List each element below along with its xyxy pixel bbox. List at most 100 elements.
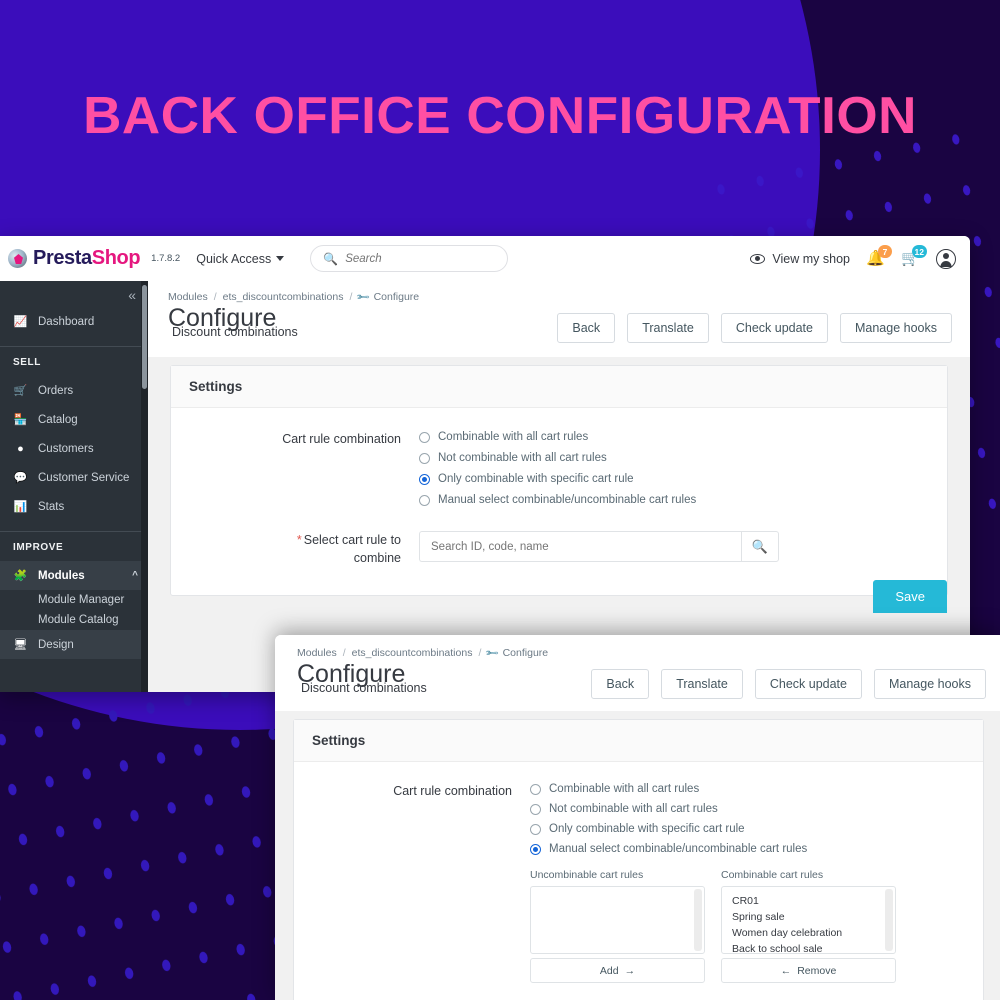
main-content-primary: Modules / ets_discountcombinations / 🔧 C… [148,281,970,692]
combinable-list-title: Combinable cart rules [721,869,824,881]
list-item[interactable]: Spring sale [732,910,885,926]
translate-button[interactable]: Translate [627,313,709,343]
main-sidebar: « 📈 Dashboard SELL 🛒 Orders 🏪 Catalog ● [0,281,148,692]
sidebar-item-design[interactable]: 🖥 Design [0,630,148,659]
radio-option-manual-select[interactable]: Manual select combinable/uncombinable ca… [419,494,696,506]
window-body: « 📈 Dashboard SELL 🛒 Orders 🏪 Catalog ● [0,281,970,692]
sidebar-item-catalog[interactable]: 🏪 Catalog [0,405,148,434]
breadcrumb-separator-1: / [213,291,217,303]
list-item[interactable]: Women day celebration [732,926,885,942]
radio-icon[interactable] [530,783,541,795]
global-search-box[interactable]: 🔍 [310,245,509,272]
quick-access-label: Quick Access [196,251,272,266]
sidebar-item-customer-service[interactable]: 💬 Customer Service [0,463,148,492]
radio-icon[interactable] [419,431,430,443]
sidebar-item-customers-label: Customers [38,442,94,455]
top-navigation-bar: PrestaShop 1.7.8.2 Quick Access 🔍 View m… [0,236,970,281]
radio-option-label: Manual select combinable/uncombinable ca… [549,843,808,855]
settings-card-body: Cart rule combination Combinable with al… [171,408,947,595]
settings-card-title-secondary: Settings [294,720,983,762]
radio-option-only-specific[interactable]: Only combinable with specific cart rule [530,823,896,835]
orders-cart-button[interactable]: 🛒 12 [901,245,927,268]
logo-text-presta: Presta [33,247,92,269]
sidebar-item-module-manager[interactable]: Module Manager [0,590,148,610]
arrow-left-icon: ← [780,964,792,977]
list-item[interactable]: CR01 [732,894,885,910]
breadcrumb-module-name[interactable]: ets_discountcombinations [352,647,473,659]
prestashop-logo-text: PrestaShop [33,247,141,270]
settings-card-secondary: Settings Cart rule combination Combinabl… [293,719,984,1000]
manage-hooks-button[interactable]: Manage hooks [839,313,952,343]
sidebar-item-dashboard[interactable]: 📈 Dashboard [0,307,148,336]
breadcrumb-separator-1: / [342,647,346,659]
cart-rule-search-button[interactable]: 🔍 [741,531,779,562]
manage-hooks-button[interactable]: Manage hooks [873,669,986,699]
radio-icon-selected[interactable] [530,843,541,855]
remove-button[interactable]: ← Remove [721,958,896,983]
sidebar-item-stats[interactable]: 📊 Stats [0,492,148,521]
combinable-list-scrollbar[interactable] [885,889,893,951]
sidebar-item-orders[interactable]: 🛒 Orders [0,376,148,405]
radio-icon[interactable] [419,452,430,464]
radio-icon-selected[interactable] [419,473,430,485]
cart-rule-combination-options-secondary: Combinable with all cart rules Not combi… [530,782,896,983]
check-update-button[interactable]: Check update [754,669,862,699]
page-header-secondary: Configure Discount combinations Back Tra… [275,659,1000,711]
backoffice-window-primary: PrestaShop 1.7.8.2 Quick Access 🔍 View m… [0,236,970,692]
check-update-button[interactable]: Check update [720,313,828,343]
version-label: 1.7.8.2 [151,253,181,264]
screenshot-stage: BACK OFFICE CONFIGURATION PrestaShop 1.7… [0,0,1000,1000]
cart-rule-combination-label: Cart rule combination [282,432,401,446]
person-circle-icon: ● [17,442,24,455]
chevron-down-icon [276,256,285,261]
save-button[interactable]: Save [873,580,947,614]
view-my-shop-link[interactable]: View my shop [750,252,850,266]
sidebar-scrollbar[interactable] [141,281,148,692]
back-button[interactable]: Back [591,669,650,699]
sidebar-item-modules-label: Modules [38,569,85,582]
notifications-bell-button[interactable]: 🔔 7 [866,245,892,268]
user-account-avatar[interactable] [936,248,956,269]
sidebar-collapse-button[interactable]: « [0,281,148,307]
add-button[interactable]: Add → [530,958,705,983]
page-subtitle: Discount combinations [172,325,298,340]
sidebar-item-module-catalog[interactable]: Module Catalog [0,610,148,630]
radio-icon[interactable] [419,494,430,506]
notifications-badge: 7 [878,245,892,258]
quick-access-menu[interactable]: Quick Access [196,251,285,266]
arrow-right-icon: → [624,964,636,977]
back-button[interactable]: Back [557,313,616,343]
backoffice-window-secondary: Modules / ets_discountcombinations / 🔧 C… [275,635,1000,1000]
radio-option-manual-select[interactable]: Manual select combinable/uncombinable ca… [530,843,896,855]
sidebar-item-modules[interactable]: 🧩 Modules ^ [0,561,148,590]
page-actions: Back Translate Check update Manage hooks [557,305,952,343]
breadcrumb-module-name[interactable]: ets_discountcombinations [223,291,344,303]
page-subtitle-secondary: Discount combinations [301,681,427,696]
breadcrumb: Modules / ets_discountcombinations / 🔧 C… [148,281,970,304]
cart-rule-combination-label-secondary: Cart rule combination [393,784,512,798]
radio-option-label: Combinable with all cart rules [549,783,700,795]
settings-card: Settings Cart rule combination Combinabl… [170,365,948,614]
sidebar-scrollbar-thumb[interactable] [142,285,147,389]
list-item[interactable]: Back to school sale [732,942,885,953]
radio-icon[interactable] [530,823,541,835]
radio-option-combinable-all[interactable]: Combinable with all cart rules [419,431,696,443]
hero-title: BACK OFFICE CONFIGURATION [83,87,917,145]
global-search-input[interactable] [345,252,496,265]
radio-option-combinable-all[interactable]: Combinable with all cart rules [530,783,896,795]
radio-icon[interactable] [530,803,541,815]
combinable-list-box[interactable]: CR01 Spring sale Women day celebration B… [721,886,896,954]
radio-option-only-specific[interactable]: Only combinable with specific cart rule [419,473,696,485]
uncombinable-list-scrollbar[interactable] [694,889,702,951]
breadcrumb-modules[interactable]: Modules [297,647,337,659]
cart-rule-search-input[interactable] [419,531,741,562]
radio-option-not-combinable-all[interactable]: Not combinable with all cart rules [419,452,696,464]
prestashop-logo[interactable]: PrestaShop 1.7.8.2 [8,247,180,270]
sidebar-item-customers[interactable]: ● Customers [0,434,148,463]
breadcrumb-modules[interactable]: Modules [168,291,208,303]
radio-option-not-combinable-all[interactable]: Not combinable with all cart rules [530,803,896,815]
radio-option-label: Combinable with all cart rules [438,431,589,443]
translate-button[interactable]: Translate [661,669,743,699]
breadcrumb-separator-2: / [478,647,482,659]
uncombinable-list-box[interactable] [530,886,705,954]
